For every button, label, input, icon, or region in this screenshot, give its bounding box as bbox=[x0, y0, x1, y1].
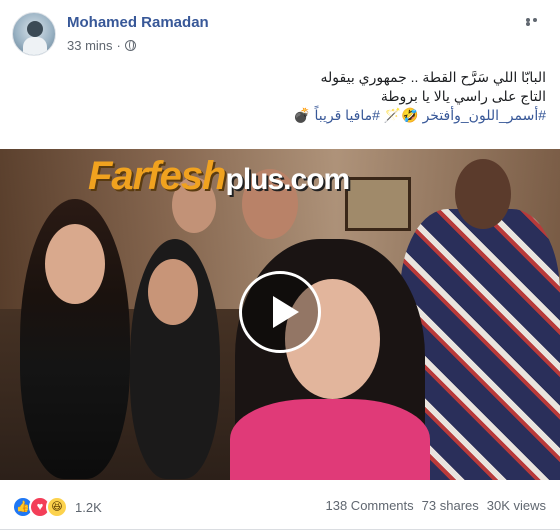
meta-separator: · bbox=[116, 38, 121, 53]
post-footer: 👍 ♥ 😆 1.2K 138 Comments 73 shares 30K vi… bbox=[0, 480, 560, 530]
post-meta: 33 mins · bbox=[67, 38, 136, 53]
person-right-head bbox=[455, 159, 511, 229]
reactions-summary[interactable]: 👍 ♥ 😆 1.2K bbox=[12, 496, 102, 518]
globe-icon[interactable] bbox=[124, 40, 136, 51]
reaction-count[interactable]: 1.2K bbox=[75, 500, 102, 515]
post-time[interactable]: 33 mins bbox=[67, 38, 113, 53]
post-hashtags[interactable]: #أسمر_اللون_وأفتخر 🤣🪄 #مافيا قريباً 💣 bbox=[26, 106, 546, 125]
watermark-main: Farfesh bbox=[88, 154, 226, 198]
watermark-suffix: plus.com bbox=[225, 163, 351, 196]
post-text-line: البابّا اللي سَرَّح القطة .. جمهوري بيقو… bbox=[320, 69, 546, 85]
comments-count[interactable]: 138 Comments bbox=[326, 498, 414, 513]
person-center-shirt bbox=[230, 399, 430, 480]
more-options-icon[interactable] bbox=[526, 18, 546, 26]
post-text: البابّا اللي سَرَّح القطة .. جمهوري بيقو… bbox=[26, 68, 546, 125]
post-stats: 138 Comments 73 shares 30K views bbox=[326, 498, 547, 513]
person-left-face bbox=[45, 224, 105, 304]
avatar-figure bbox=[27, 21, 43, 37]
shares-count[interactable]: 73 shares bbox=[422, 498, 479, 513]
haha-icon: 😆 bbox=[46, 496, 68, 518]
views-count: 30K views bbox=[486, 498, 546, 513]
person-second-face bbox=[148, 259, 198, 325]
video-player[interactable]: Farfeshplus.com bbox=[0, 149, 560, 480]
watermark-logo: Farfeshplus.com bbox=[88, 154, 351, 199]
author-name[interactable]: Mohamed Ramadan bbox=[67, 14, 209, 31]
post-header: Mohamed Ramadan 33 mins · bbox=[0, 0, 560, 60]
play-icon[interactable] bbox=[239, 271, 321, 353]
post-text-line: التاج على راسي يالا يا بروطة bbox=[380, 88, 546, 104]
author-avatar[interactable] bbox=[12, 12, 56, 56]
avatar-figure-body bbox=[23, 37, 47, 55]
wall-picture bbox=[345, 177, 411, 231]
